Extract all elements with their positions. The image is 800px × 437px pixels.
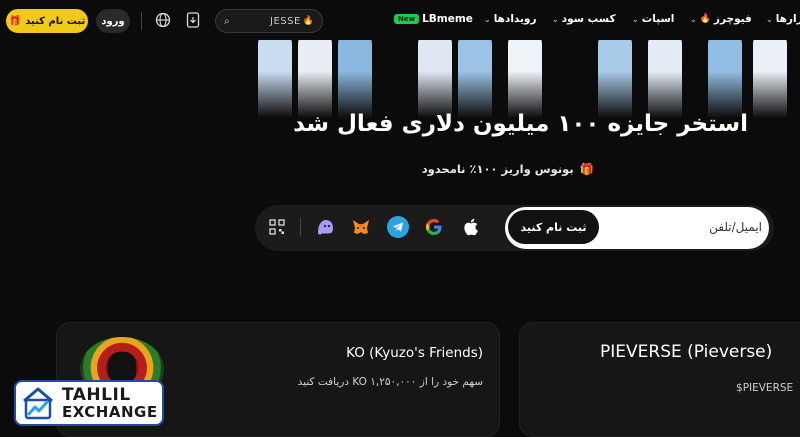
flame-icon: 🔥 bbox=[699, 14, 711, 24]
menu-item-label: LBmeme bbox=[422, 13, 473, 25]
chevron-down-icon: ⌄ bbox=[690, 14, 697, 24]
login-button[interactable]: ورود bbox=[96, 9, 130, 33]
menu-item-label: کسب سود bbox=[561, 13, 616, 25]
menu-item-label: اسپات bbox=[641, 13, 675, 25]
menu-item-label: فیوچرز bbox=[713, 13, 752, 25]
logo-line2: EXCHANGE bbox=[62, 402, 158, 421]
menu-item-label: رویدادها bbox=[493, 13, 537, 25]
nav-divider bbox=[141, 12, 142, 30]
register-button-label: ثبت نام کنید bbox=[25, 15, 86, 27]
signup-button[interactable]: ثبت نام کنید bbox=[508, 210, 599, 244]
card-title: PIEVERSE (Pieverse) bbox=[600, 342, 773, 362]
social-divider bbox=[300, 218, 301, 236]
ko-character-icon bbox=[108, 352, 136, 382]
tahlil-exchange-logo: TAHLIL EXCHANGE bbox=[14, 380, 164, 426]
menu-item-futures[interactable]: ⌄ 🔥 فیوچرز bbox=[690, 13, 752, 25]
apple-icon[interactable] bbox=[460, 216, 482, 238]
register-button[interactable]: 🎁 ثبت نام کنید bbox=[6, 9, 88, 33]
new-badge: New bbox=[394, 14, 420, 24]
globe-icon[interactable] bbox=[154, 11, 172, 29]
chevron-down-icon: ⌄ bbox=[632, 14, 639, 24]
exchange-logo-icon bbox=[20, 385, 56, 421]
flame-icon: 🔥 bbox=[302, 16, 314, 26]
card-title: KO (Kyuzo's Friends) bbox=[346, 345, 483, 361]
search-query: JESSE bbox=[270, 15, 301, 27]
card-description: سهم خود را از ۱,۲۵۰,۰۰۰ KO دریافت کنید bbox=[297, 376, 483, 388]
menu-item-earn[interactable]: ⌄ کسب سود bbox=[552, 13, 616, 25]
google-icon[interactable] bbox=[423, 216, 445, 238]
hero-banner-image bbox=[188, 40, 800, 118]
telegram-icon[interactable] bbox=[387, 216, 409, 238]
card-description: PIEVERSE$ bbox=[736, 382, 794, 394]
ghost-icon[interactable] bbox=[314, 216, 336, 238]
download-icon[interactable] bbox=[184, 11, 202, 29]
menu-item-spot[interactable]: ⌄ اسپات bbox=[632, 13, 674, 25]
hero-title: استخر جایزه ۱۰۰ میلیون دلاری فعال شد bbox=[293, 111, 748, 137]
qr-code-icon[interactable] bbox=[266, 216, 288, 238]
hero-subtitle: 🎁 بونوس واریز ۱۰۰٪ نامحدود bbox=[422, 162, 594, 176]
chevron-down-icon: ⌄ bbox=[484, 14, 491, 24]
menu-item-label: بازارها bbox=[775, 13, 800, 25]
menu-item-markets[interactable]: ⌄ بازارها bbox=[766, 13, 800, 25]
menu-item-lbmeme[interactable]: New LBmeme bbox=[394, 13, 473, 25]
email-phone-placeholder: ایمیل/تلفن bbox=[709, 220, 762, 234]
menu-item-events[interactable]: ⌄ رویدادها bbox=[484, 13, 537, 25]
promo-card-pieverse[interactable] bbox=[519, 322, 800, 437]
logo-line1: TAHLIL bbox=[62, 384, 131, 405]
gift-icon: 🎁 bbox=[8, 15, 22, 27]
chevron-down-icon: ⌄ bbox=[766, 14, 773, 24]
hero-subtitle-text: بونوس واریز ۱۰۰٪ نامحدود bbox=[421, 162, 574, 176]
search-icon: ⌕ bbox=[224, 15, 230, 27]
chevron-down-icon: ⌄ bbox=[552, 14, 559, 24]
top-nav: 🎁 ثبت نام کنید ورود ⌕ JESSE 🔥 New LBmeme… bbox=[0, 0, 800, 40]
metamask-icon[interactable] bbox=[350, 216, 372, 238]
gift-icon: 🎁 bbox=[579, 162, 594, 176]
search-input[interactable]: ⌕ JESSE 🔥 bbox=[215, 9, 323, 33]
